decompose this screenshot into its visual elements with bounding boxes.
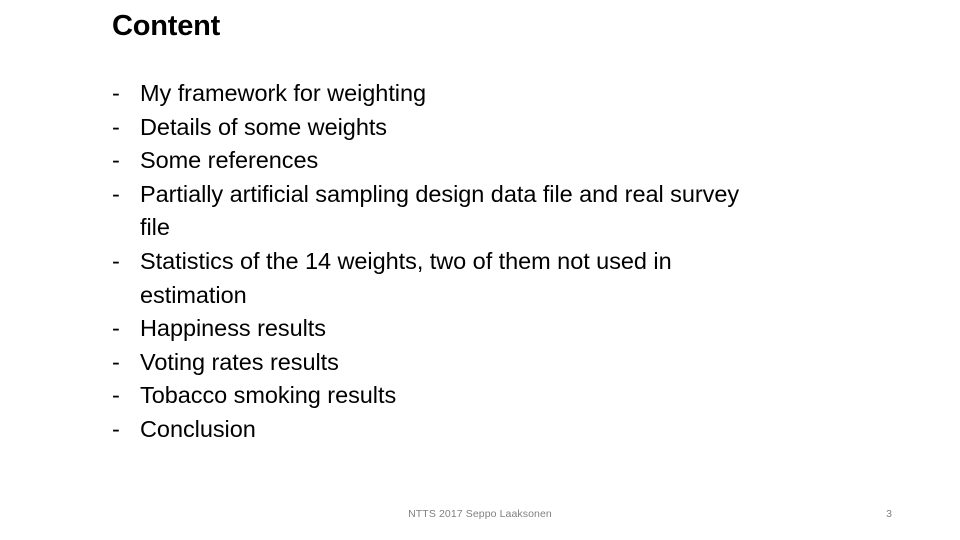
list-item-label: Some references bbox=[140, 147, 319, 174]
list-item: - Conclusion bbox=[110, 413, 770, 447]
bullet-dash-icon: - bbox=[112, 415, 120, 442]
bullet-dash-icon: - bbox=[112, 147, 120, 174]
list-item-label: Conclusion bbox=[140, 415, 256, 442]
list-item-label: Voting rates results bbox=[140, 348, 339, 375]
list-item: - Happiness results bbox=[110, 312, 770, 346]
list-item: - Some references bbox=[110, 144, 770, 178]
bullet-dash-icon: - bbox=[112, 80, 120, 106]
content-bullet-list: - My framework for weighting - Details o… bbox=[110, 77, 770, 447]
list-item-label: Partially artificial sampling design dat… bbox=[140, 180, 740, 241]
list-item: - My framework for weighting bbox=[110, 77, 770, 111]
list-item: - Details of some weights bbox=[110, 111, 770, 145]
bullet-dash-icon: - bbox=[112, 113, 120, 140]
bullet-dash-icon: - bbox=[112, 348, 120, 375]
list-item-label: My framework for weighting bbox=[140, 80, 427, 106]
page-title: Content bbox=[112, 10, 221, 42]
bullet-dash-icon: - bbox=[112, 247, 120, 274]
list-item: - Partially artificial sampling design d… bbox=[110, 178, 770, 245]
slide-page-number: 3 bbox=[886, 508, 892, 520]
list-item-label: Tobacco smoking results bbox=[140, 382, 397, 409]
slide-footer-text: NTTS 2017 Seppo Laaksonen bbox=[408, 508, 552, 520]
list-item: - Statistics of the 14 weights, two of t… bbox=[110, 245, 770, 312]
list-item-label: Statistics of the 14 weights, two of the… bbox=[140, 247, 672, 308]
bullet-dash-icon: - bbox=[112, 180, 120, 207]
list-item: - Tobacco smoking results bbox=[110, 379, 770, 413]
slide-canvas: Content - My framework for weighting - D… bbox=[0, 0, 960, 540]
list-item-label: Happiness results bbox=[140, 315, 326, 342]
list-item-label: Details of some weights bbox=[140, 113, 388, 140]
bullet-dash-icon: - bbox=[112, 315, 120, 342]
bullet-dash-icon: - bbox=[112, 382, 120, 409]
list-item: - Voting rates results bbox=[110, 346, 770, 380]
